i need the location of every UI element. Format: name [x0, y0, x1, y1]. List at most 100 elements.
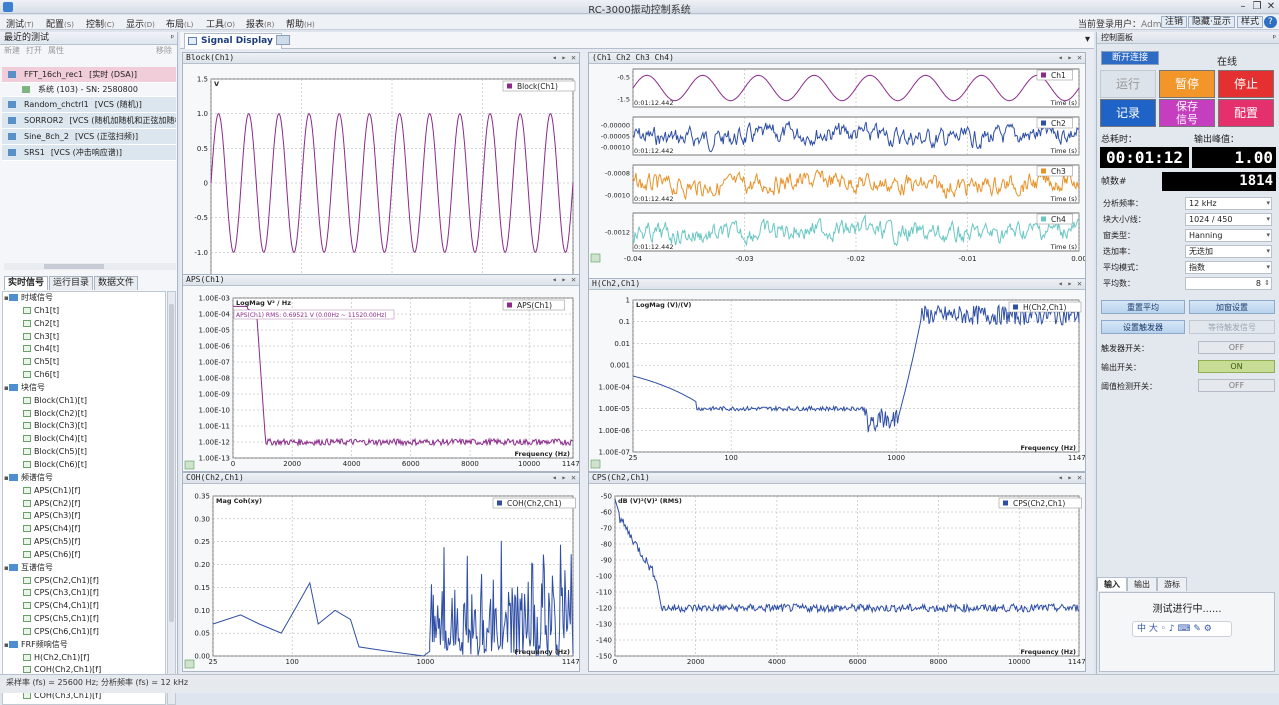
minimize-icon[interactable]: – — [1236, 1, 1250, 12]
recent-test-item[interactable]: SORROR2 [VCS (随机加随机和正弦加随机 — [2, 113, 176, 129]
tree-signal-item[interactable]: CPS(Ch3,Ch1)[f] — [3, 587, 165, 600]
expand-icon[interactable]: ▪ — [4, 472, 9, 484]
tree-signal-item[interactable]: Block(Ch5)[t] — [3, 446, 165, 459]
expand-icon[interactable]: ▪ — [4, 292, 9, 304]
tree-signal-item[interactable]: APS(Ch4)[f] — [3, 523, 165, 536]
chart-toolbar-icon[interactable] — [184, 460, 195, 470]
config-button[interactable]: 配置 — [1218, 99, 1274, 127]
toolbar-button[interactable]: 属性 — [48, 45, 64, 57]
menu-item[interactable]: 显示(D) — [126, 17, 155, 30]
tab-data-files[interactable]: 数据文件 — [94, 276, 139, 290]
run-button[interactable]: 运行 — [1100, 70, 1156, 98]
reset-average-button[interactable]: 重置平均 — [1101, 300, 1185, 314]
recent-test-item[interactable]: Random_chctrl1 [VCS (随机)] — [2, 97, 176, 113]
chevron-down-icon[interactable]: ▾ — [1085, 34, 1090, 45]
spinner-icon[interactable]: ⇕ — [1264, 278, 1270, 289]
tree-signal-item[interactable]: H(Ch2,Ch1)[f] — [3, 652, 165, 665]
disconnect-button[interactable]: 断开连接 — [1101, 51, 1159, 65]
tree-signal-item[interactable]: CPS(Ch5,Ch1)[f] — [3, 613, 165, 626]
logout-button[interactable]: 注销 — [1161, 16, 1188, 28]
chevron-down-icon[interactable]: ▾ — [1266, 230, 1270, 241]
horizontal-scrollbar[interactable] — [4, 263, 176, 270]
help-icon[interactable]: ? — [1264, 16, 1277, 28]
tree-signal-item[interactable]: Block(Ch6)[t] — [3, 459, 165, 472]
window-setting-button[interactable]: 加窗设置 — [1189, 300, 1275, 314]
tree-signal-item[interactable]: Block(Ch2)[t] — [3, 408, 165, 421]
tab-run-dir[interactable]: 运行目录 — [49, 276, 94, 290]
menu-item[interactable]: 控制(C) — [86, 17, 114, 30]
toggle-switch[interactable]: ON — [1198, 360, 1275, 373]
tree-signal-item[interactable]: Ch5[t] — [3, 356, 165, 369]
pane-controls-icon[interactable]: ◂ ▸ ✕ — [1058, 279, 1082, 289]
vertical-scrollbar[interactable] — [167, 291, 176, 705]
recent-test-item[interactable]: 系统 (103) - SN: 2580800 — [2, 83, 176, 97]
tree-signal-item[interactable]: Ch4[t] — [3, 343, 165, 356]
toolbar-button[interactable]: 移除 — [156, 45, 172, 57]
tree-group[interactable]: ▪ FRF频响信号 — [3, 639, 165, 652]
chevron-down-icon[interactable]: ▾ — [1266, 198, 1270, 209]
chevron-down-icon[interactable]: ▾ — [1266, 214, 1270, 225]
param-select[interactable]: 1024 / 450 ▾ — [1185, 213, 1272, 226]
close-icon[interactable]: ✕ — [1264, 1, 1278, 12]
toolbar-button[interactable]: 打开 — [26, 45, 42, 57]
tab-signal-display[interactable]: Signal Display — [184, 33, 282, 49]
tree-signal-item[interactable]: APS(Ch1)[f] — [3, 485, 165, 498]
tab-realtime[interactable]: 实时信号 — [4, 276, 49, 290]
recent-test-item[interactable]: FFT_16ch_rec1 [实时 (DSA)] — [2, 67, 176, 83]
menu-item[interactable]: 帮助(H) — [286, 17, 315, 30]
pause-button[interactable]: 暂停 — [1159, 70, 1215, 98]
pane-controls-icon[interactable]: ◂ ▸ ✕ — [1058, 473, 1082, 483]
hide-show-button[interactable]: 隐藏·显示 — [1188, 16, 1235, 28]
chevron-down-icon[interactable]: ▾ — [1266, 246, 1270, 257]
menu-item[interactable]: 布局(L) — [166, 17, 193, 30]
scroll-thumb[interactable] — [44, 264, 104, 269]
recent-test-item[interactable]: SRS1 [VCS (冲击响应谱)] — [2, 145, 176, 161]
pin-icon[interactable]: ᵖ — [171, 32, 174, 44]
tree-signal-item[interactable]: Ch3[t] — [3, 331, 165, 344]
ime-toolbar-icon[interactable]: 中 大 ◦ ♪ ⌨ ✎ ⚙ — [1132, 621, 1232, 637]
tree-group[interactable]: ▪ 时域信号 — [3, 292, 165, 305]
set-trigger-button[interactable]: 设置触发器 — [1101, 320, 1185, 334]
pin-icon[interactable]: ᵖ — [1273, 32, 1276, 44]
param-select[interactable]: 12 kHz ▾ — [1185, 197, 1272, 210]
chevron-down-icon[interactable]: ▾ — [1266, 262, 1270, 273]
tree-signal-item[interactable]: Ch6[t] — [3, 369, 165, 382]
tab-output[interactable]: 输出 — [1127, 577, 1157, 591]
tree-group[interactable]: ▪ 频谱信号 — [3, 472, 165, 485]
tree-signal-item[interactable]: APS(Ch3)[f] — [3, 510, 165, 523]
tree-signal-item[interactable]: CPS(Ch2,Ch1)[f] — [3, 575, 165, 588]
param-select[interactable]: 8 ⇕ — [1185, 277, 1272, 290]
tab-extra-icon[interactable] — [276, 35, 290, 45]
stop-button[interactable]: 停止 — [1218, 70, 1274, 98]
menu-item[interactable]: 工具(O) — [206, 17, 235, 30]
pane-controls-icon[interactable]: ◂ ▸ ✕ — [1058, 53, 1082, 63]
tree-signal-item[interactable]: APS(Ch6)[f] — [3, 549, 165, 562]
param-select[interactable]: 无迭加 ▾ — [1185, 245, 1272, 258]
tab-input[interactable]: 输入 — [1097, 577, 1127, 591]
menu-item[interactable]: 测试(T) — [6, 17, 34, 30]
tree-group[interactable]: ▪ 互谱信号 — [3, 562, 165, 575]
style-button[interactable]: 样式 — [1237, 16, 1264, 28]
expand-icon[interactable]: ▪ — [4, 639, 9, 651]
pane-controls-icon[interactable]: ◂ ▸ ✕ — [552, 473, 576, 483]
wait-trigger-button[interactable]: 等待触发信号 — [1189, 320, 1275, 334]
toolbar-button[interactable]: 新建 — [4, 45, 20, 57]
recent-test-item[interactable]: Sine_8ch_2 [VCS (正弦扫频)] — [2, 129, 176, 145]
param-select[interactable]: Hanning ▾ — [1185, 229, 1272, 242]
restore-icon[interactable]: ❐ — [1250, 1, 1264, 12]
pane-controls-icon[interactable]: ◂ ▸ ✕ — [552, 275, 576, 285]
toggle-switch[interactable]: OFF — [1198, 379, 1275, 392]
tree-signal-item[interactable]: CPS(Ch4,Ch1)[f] — [3, 600, 165, 613]
tree-signal-item[interactable]: Block(Ch4)[t] — [3, 433, 165, 446]
chart-toolbar-icon[interactable] — [184, 659, 195, 669]
menu-item[interactable]: 配置(S) — [46, 17, 74, 30]
expand-icon[interactable]: ▪ — [4, 562, 9, 574]
pane-controls-icon[interactable]: ◂ ▸ ✕ — [552, 53, 576, 63]
chart-toolbar-icon[interactable] — [590, 253, 601, 263]
menu-item[interactable]: 报表(R) — [246, 17, 274, 30]
scroll-thumb[interactable] — [169, 304, 174, 622]
tree-signal-item[interactable]: APS(Ch5)[f] — [3, 536, 165, 549]
toggle-switch[interactable]: OFF — [1198, 341, 1275, 354]
chart-toolbar-icon[interactable] — [590, 459, 601, 469]
tree-signal-item[interactable]: APS(Ch2)[f] — [3, 498, 165, 511]
